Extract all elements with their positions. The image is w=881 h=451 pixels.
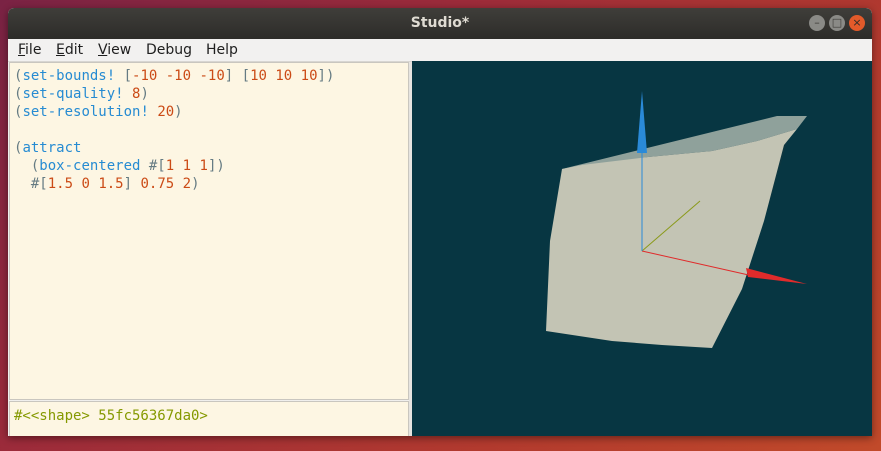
window-title: Studio*: [410, 15, 470, 31]
menu-bar: File Edit View Debug Help: [8, 39, 872, 62]
studio-window: Studio* – □ × File Edit View Debug Help …: [8, 8, 872, 436]
code-punct-token: ]: [123, 176, 141, 192]
code-punct-token: [174, 176, 182, 192]
code-punct-token: #[: [140, 158, 166, 174]
menu-view-mnemonic: V: [98, 42, 108, 58]
result-panel: #<<shape> 55fc56367da0>: [9, 401, 409, 436]
title-bar[interactable]: Studio* – □ ×: [8, 8, 872, 39]
code-number-token: 10: [250, 68, 267, 84]
code-line: (box-centered #[1 1 1]): [14, 158, 225, 174]
code-function-token: set-resolution!: [22, 104, 149, 120]
code-punct-token: (: [14, 158, 40, 174]
menu-help-label: Help: [206, 42, 238, 58]
code-function-token: set-bounds!: [22, 68, 116, 84]
code-line: (set-quality! 8): [14, 86, 149, 102]
result-text: #<<shape> 55fc56367da0>: [14, 408, 208, 424]
code-line: (set-resolution! 20): [14, 104, 183, 120]
minimize-icon[interactable]: –: [809, 15, 825, 31]
menu-file-mnemonic: F: [18, 42, 26, 58]
code-number-token: -10: [199, 68, 225, 84]
code-number-token: 2: [182, 176, 192, 192]
code-punct-token: ]): [207, 158, 225, 174]
code-line: #[1.5 0 1.5] 0.75 2): [14, 176, 200, 192]
code-punct-token: ] [: [224, 68, 251, 84]
code-number-token: 10: [300, 68, 318, 84]
render-viewport[interactable]: [412, 61, 872, 436]
menu-help[interactable]: Help: [206, 42, 238, 58]
code-function-token: attract: [22, 140, 82, 156]
code-punct-token: [157, 68, 165, 84]
code-punct-token: ): [174, 104, 183, 120]
menu-file[interactable]: File: [18, 42, 41, 58]
code-number-token: 0: [81, 176, 90, 192]
code-number-token: 1: [182, 158, 192, 174]
menu-debug[interactable]: Debug: [146, 42, 192, 58]
code-punct-token: #[: [14, 176, 48, 192]
code-punct-token: [: [115, 68, 133, 84]
code-punct-token: [174, 158, 182, 174]
menu-debug-label: Debug: [146, 42, 193, 58]
code-function-token: box-centered: [39, 158, 141, 174]
script-editor[interactable]: (set-bounds! [-10 -10 -10] [10 10 10]) (…: [9, 62, 409, 400]
menu-file-label: ile: [25, 42, 42, 58]
menu-view-label: iew: [107, 42, 132, 58]
menu-edit-mnemonic: E: [56, 42, 65, 58]
code-punct-token: [124, 86, 132, 102]
viewport-canvas[interactable]: [412, 61, 872, 436]
code-function-token: set-quality!: [22, 86, 124, 102]
menu-view[interactable]: View: [98, 42, 131, 58]
menu-edit-label: dit: [64, 42, 84, 58]
code-number-token: 1.5: [47, 176, 74, 192]
code-number-token: 20: [157, 104, 175, 120]
code-line: (set-bounds! [-10 -10 -10] [10 10 10]): [14, 68, 334, 84]
code-number-token: 1: [199, 158, 208, 174]
code-number-token: 10: [275, 68, 293, 84]
code-number-token: -10: [165, 68, 192, 84]
close-icon[interactable]: ×: [849, 15, 865, 31]
maximize-icon[interactable]: □: [829, 15, 845, 31]
code-punct-token: ]): [317, 68, 335, 84]
code-number-token: 0.75: [140, 176, 175, 192]
code-line: (attract: [14, 140, 81, 156]
script-code[interactable]: (set-bounds! [-10 -10 -10] [10 10 10]) (…: [14, 67, 334, 193]
code-punct-token: ): [140, 86, 149, 102]
menu-edit[interactable]: Edit: [56, 42, 83, 58]
code-number-token: 1: [165, 158, 175, 174]
code-punct-token: ): [191, 176, 200, 192]
code-punct-token: [292, 68, 300, 84]
code-number-token: 1.5: [98, 176, 124, 192]
code-number-token: -10: [132, 68, 158, 84]
code-punct-token: [191, 158, 199, 174]
